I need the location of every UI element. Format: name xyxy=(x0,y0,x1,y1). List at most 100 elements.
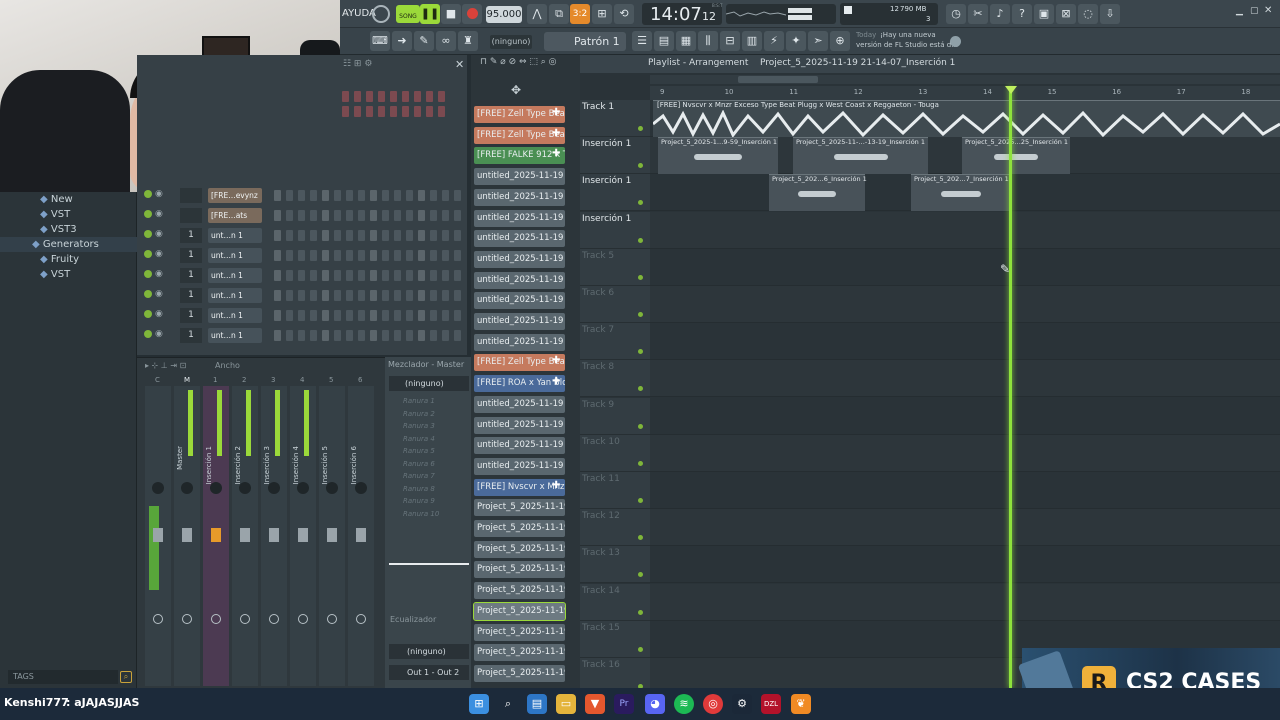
pattern-item[interactable]: Project_5_2025-11-19 2… xyxy=(474,582,565,600)
step-pad[interactable] xyxy=(406,190,413,201)
chat-icon[interactable]: ◌ xyxy=(1078,4,1098,24)
route-icon[interactable] xyxy=(269,614,279,624)
project-info-icon[interactable]: ➣ xyxy=(808,31,828,51)
pan-knob[interactable] xyxy=(152,482,164,494)
step-pad[interactable] xyxy=(274,330,281,341)
step-pad[interactable] xyxy=(310,330,317,341)
help-menu[interactable]: AYUDA xyxy=(342,8,376,19)
output-routing-select[interactable]: Out 1 - Out 2 xyxy=(389,665,469,680)
step-pad[interactable] xyxy=(454,330,461,341)
save-icon[interactable]: ▣ xyxy=(1034,4,1054,24)
step-pad[interactable] xyxy=(382,330,389,341)
channel-number[interactable]: 1 xyxy=(180,308,202,323)
spotify-icon[interactable]: ≋ xyxy=(674,694,694,714)
channel-name-button[interactable]: [FRE…evynz xyxy=(208,188,262,203)
clock-icon[interactable]: ◷ xyxy=(946,4,966,24)
track-mute-icon[interactable] xyxy=(638,200,643,206)
track-lane[interactable] xyxy=(650,397,1280,435)
effect-slot[interactable]: Ranura 5 xyxy=(389,447,469,459)
pattern-clip[interactable]: Project_5_2025…25_Inserción 1 xyxy=(962,137,1070,174)
step-pad[interactable] xyxy=(286,210,293,221)
pattern-picker-icon[interactable]: ✥ xyxy=(511,83,521,97)
track-mute-icon[interactable] xyxy=(638,423,643,429)
step-pad[interactable] xyxy=(274,190,281,201)
pattern-item[interactable]: untitled_2025-11-19 16-… xyxy=(474,271,565,289)
news-line-1[interactable]: ¡Hay una nueva xyxy=(880,31,936,39)
tempo-display[interactable]: 95.000 xyxy=(486,6,522,23)
step-edit-icon[interactable]: ⊞ xyxy=(592,4,612,24)
step-pad[interactable] xyxy=(394,310,401,321)
stamp-icon[interactable]: ♜ xyxy=(458,31,478,51)
step-pad[interactable] xyxy=(370,310,377,321)
effect-slot[interactable]: Ranura 10 xyxy=(389,510,469,522)
track-lane[interactable] xyxy=(650,360,1280,398)
playhead[interactable] xyxy=(1009,86,1012,688)
step-pad[interactable] xyxy=(382,290,389,301)
step-pad[interactable] xyxy=(274,310,281,321)
premiere-icon[interactable]: Pr xyxy=(614,694,634,714)
step-pad[interactable] xyxy=(442,190,449,201)
track-mute-icon[interactable] xyxy=(638,163,643,169)
step-pad[interactable] xyxy=(286,270,293,281)
track-header[interactable]: Track 15 xyxy=(580,620,650,658)
step-pad[interactable] xyxy=(442,290,449,301)
keyboard-icon[interactable]: ⌨ xyxy=(370,31,390,51)
track-lane[interactable] xyxy=(650,583,1280,621)
step-pad[interactable] xyxy=(382,210,389,221)
audio-clip[interactable]: [FREE] Nvscvr x Mnzr Exceso Type Beat Pl… xyxy=(653,100,1280,138)
pattern-item[interactable]: Project_5_2025-11-19 2… xyxy=(474,644,565,662)
step-pad[interactable] xyxy=(358,270,365,281)
step-pad[interactable] xyxy=(286,190,293,201)
pan-knob[interactable] xyxy=(268,482,280,494)
pencil-icon[interactable]: ✎ xyxy=(414,31,434,51)
route-icon[interactable] xyxy=(327,614,337,624)
pattern-clip[interactable]: Project_5_2025-1…9-59_Inserción 1 xyxy=(658,137,778,174)
pattern-item[interactable]: untitled_2025-11-19 16-… xyxy=(474,333,565,351)
pattern-clip[interactable]: Project_5_202…7_Inserción 1 xyxy=(911,174,1011,212)
loop-icon[interactable] xyxy=(372,5,390,23)
step-pad[interactable] xyxy=(394,190,401,201)
step-pad[interactable] xyxy=(370,190,377,201)
channel-rack-icon[interactable]: ▦ xyxy=(676,31,696,51)
pattern-add-icon[interactable]: ✚ xyxy=(552,148,560,159)
song-mode-button[interactable]: SONG xyxy=(396,5,420,23)
step-pad[interactable] xyxy=(406,210,413,221)
channel-pan-icon[interactable]: ◉ xyxy=(155,269,163,279)
search-icon[interactable]: ⌕ xyxy=(120,671,132,683)
channel-number[interactable] xyxy=(180,188,202,203)
step-pad[interactable] xyxy=(394,270,401,281)
pan-knob[interactable] xyxy=(297,482,309,494)
output-preset-select[interactable]: (ninguno) xyxy=(389,644,469,659)
pattern-item[interactable]: untitled_2025-11-19 16-… xyxy=(474,209,565,227)
effect-slot[interactable]: Ranura 8 xyxy=(389,485,469,497)
pan-knob[interactable] xyxy=(210,482,222,494)
play-button[interactable]: ❚❚ xyxy=(420,4,440,24)
minimize-icon[interactable]: ▁ xyxy=(1236,6,1243,16)
route-icon[interactable] xyxy=(211,614,221,624)
step-pad[interactable] xyxy=(358,190,365,201)
step-pad[interactable] xyxy=(418,330,425,341)
browser-item[interactable]: ◆ VST xyxy=(0,267,137,282)
step-pad[interactable] xyxy=(442,330,449,341)
step-pad[interactable] xyxy=(430,230,437,241)
route-icon[interactable] xyxy=(240,614,250,624)
pattern-item[interactable]: untitled_2025-11-19 16-… xyxy=(474,437,565,455)
track-mute-icon[interactable] xyxy=(638,126,643,131)
step-pad[interactable] xyxy=(454,310,461,321)
step-pad[interactable] xyxy=(442,210,449,221)
step-pad[interactable] xyxy=(322,250,329,261)
step-pad[interactable] xyxy=(346,290,353,301)
step-pad[interactable] xyxy=(442,310,449,321)
track-mute-icon[interactable] xyxy=(638,237,643,243)
step-pad[interactable] xyxy=(298,190,305,201)
step-pad[interactable] xyxy=(298,250,305,261)
step-pad[interactable] xyxy=(274,210,281,221)
step-pad[interactable] xyxy=(406,310,413,321)
step-pad[interactable] xyxy=(394,230,401,241)
volume-fader[interactable] xyxy=(153,528,163,542)
step-pad[interactable] xyxy=(406,330,413,341)
browser-icon[interactable]: ⊟ xyxy=(720,31,740,51)
step-pad[interactable] xyxy=(370,290,377,301)
tempo-tapper-icon[interactable]: ✦ xyxy=(786,31,806,51)
channel-pan-icon[interactable]: ◉ xyxy=(155,329,163,339)
